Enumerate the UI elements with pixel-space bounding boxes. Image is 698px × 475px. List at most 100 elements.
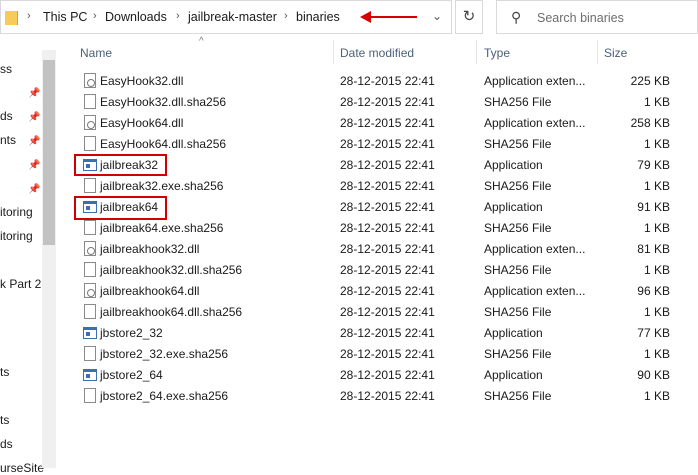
breadcrumb-jailbreak-master[interactable]: jailbreak-master xyxy=(188,10,277,24)
file-date: 28-12-2015 22:41 xyxy=(340,179,435,193)
file-type: SHA256 File xyxy=(484,263,552,277)
file-row[interactable]: jailbreakhook32.dll 28-12-2015 22:41 Appli… xyxy=(78,239,678,260)
nav-item[interactable]: itoring xyxy=(0,205,33,219)
pin-icon[interactable]: 📌 xyxy=(28,88,40,99)
file-type: Application xyxy=(484,158,543,172)
file-name: jailbreakhook32.dll.sha256 xyxy=(100,263,243,277)
application-icon xyxy=(83,369,97,381)
dll-file-icon xyxy=(84,73,96,88)
pin-icon[interactable]: 📌 xyxy=(28,184,40,195)
file-row[interactable]: jailbreakhook32.dll.sha256 28-12-2015 22:… xyxy=(78,260,678,281)
file-row[interactable]: jbstore2_32 28-12-2015 22:41 Application 77… xyxy=(78,323,678,344)
pin-icon[interactable]: 📌 xyxy=(28,160,40,171)
file-type: Application exten... xyxy=(484,284,586,298)
file-name: jailbreakhook64.dll xyxy=(100,284,200,298)
file-name: jbstore2_32 xyxy=(100,326,163,340)
nav-item[interactable]: ts xyxy=(0,413,9,427)
file-row[interactable]: jbstore2_64.exe.sha256 28-12-2015 22:41 SH… xyxy=(78,386,678,407)
file-type: SHA256 File xyxy=(484,95,552,109)
nav-item[interactable]: ss xyxy=(0,62,12,76)
file-date: 28-12-2015 22:41 xyxy=(340,263,435,277)
chevron-right-icon: › xyxy=(93,10,97,22)
file-name: jailbreakhook32.dll xyxy=(100,242,200,256)
dll-file-icon xyxy=(84,115,96,130)
file-icon xyxy=(84,178,96,193)
file-date: 28-12-2015 22:41 xyxy=(340,242,435,256)
file-type: SHA256 File xyxy=(484,221,552,235)
nav-item[interactable]: itoring xyxy=(0,229,33,243)
file-icon xyxy=(84,388,96,403)
column-divider[interactable] xyxy=(333,40,334,64)
file-size: 1 KB xyxy=(643,137,670,151)
file-type: SHA256 File xyxy=(484,389,552,403)
file-row[interactable]: jailbreak64.exe.sha256 28-12-2015 22:41 SH… xyxy=(78,218,678,239)
column-header-size[interactable]: Size xyxy=(604,46,627,60)
nav-item[interactable]: nts xyxy=(0,133,16,147)
file-row[interactable]: jailbreak32 28-12-2015 22:41 Application 79… xyxy=(78,155,678,176)
pin-icon[interactable]: 📌 xyxy=(28,136,40,147)
file-date: 28-12-2015 22:41 xyxy=(340,347,435,361)
file-size: 1 KB xyxy=(643,305,670,319)
file-row[interactable]: jbstore2_32.exe.sha256 28-12-2015 22:41 SH… xyxy=(78,344,678,365)
file-row[interactable]: EasyHook32.dll 28-12-2015 22:41 Applicatio… xyxy=(78,71,678,92)
file-row[interactable]: jbstore2_64 28-12-2015 22:41 Application 90… xyxy=(78,365,678,386)
search-box[interactable]: ⚲ Search binaries xyxy=(496,0,698,34)
refresh-button[interactable]: ↻ xyxy=(455,0,483,34)
file-date: 28-12-2015 22:41 xyxy=(340,284,435,298)
pin-icon[interactable]: 📌 xyxy=(28,112,40,123)
nav-scrollbar-thumb[interactable] xyxy=(43,60,55,245)
file-name: EasyHook64.dll.sha256 xyxy=(100,137,227,151)
red-arrow-line xyxy=(362,16,417,18)
file-name: EasyHook64.dll xyxy=(100,116,184,130)
file-date: 28-12-2015 22:41 xyxy=(340,74,435,88)
file-type: SHA256 File xyxy=(484,347,552,361)
file-size: 258 KB xyxy=(630,116,670,130)
breadcrumb-binaries[interactable]: binaries xyxy=(296,10,340,24)
column-header-date[interactable]: Date modified xyxy=(340,46,414,60)
file-name: jbstore2_64.exe.sha256 xyxy=(100,389,229,403)
file-size: 1 KB xyxy=(643,95,670,109)
breadcrumb-downloads[interactable]: Downloads xyxy=(105,10,167,24)
file-row[interactable]: EasyHook32.dll.sha256 28-12-2015 22:41 SHA… xyxy=(78,92,678,113)
file-size: 1 KB xyxy=(643,179,670,193)
file-type: SHA256 File xyxy=(484,137,552,151)
nav-item[interactable]: ts xyxy=(0,365,9,379)
nav-item[interactable]: k Part 2 xyxy=(0,277,41,291)
file-date: 28-12-2015 22:41 xyxy=(340,305,435,319)
file-row[interactable]: jailbreakhook64.dll 28-12-2015 22:41 Appli… xyxy=(78,281,678,302)
refresh-icon: ↻ xyxy=(462,8,476,25)
file-date: 28-12-2015 22:41 xyxy=(340,137,435,151)
file-date: 28-12-2015 22:41 xyxy=(340,221,435,235)
breadcrumb-this-pc[interactable]: This PC xyxy=(43,10,87,24)
file-size: 91 KB xyxy=(637,200,670,214)
file-icon xyxy=(84,136,96,151)
file-size: 77 KB xyxy=(637,326,670,340)
file-type: Application exten... xyxy=(484,242,586,256)
chevron-down-icon[interactable]: ⌄ xyxy=(432,9,442,23)
file-row[interactable]: jailbreakhook64.dll.sha256 28-12-2015 22:… xyxy=(78,302,678,323)
dll-file-icon xyxy=(84,241,96,256)
highlight-box-jailbreak32 xyxy=(74,154,167,176)
application-icon xyxy=(83,327,97,339)
file-size: 81 KB xyxy=(637,242,670,256)
chevron-right-icon: › xyxy=(284,10,288,22)
nav-item[interactable]: ds xyxy=(0,109,13,123)
file-row[interactable]: jailbreak32.exe.sha256 28-12-2015 22:41 SH… xyxy=(78,176,678,197)
file-size: 96 KB xyxy=(637,284,670,298)
nav-item[interactable]: urseSite xyxy=(0,461,44,475)
file-type: Application xyxy=(484,200,543,214)
file-type: SHA256 File xyxy=(484,305,552,319)
file-type: Application xyxy=(484,368,543,382)
column-divider[interactable] xyxy=(597,40,598,64)
column-divider[interactable] xyxy=(476,40,477,64)
column-header-name[interactable]: Name xyxy=(80,46,112,60)
file-row[interactable]: jailbreak64 28-12-2015 22:41 Application 91… xyxy=(78,197,678,218)
file-size: 1 KB xyxy=(643,263,670,277)
column-header-type[interactable]: Type xyxy=(484,46,510,60)
file-row[interactable]: EasyHook64.dll.sha256 28-12-2015 22:41 SHA… xyxy=(78,134,678,155)
file-name: jailbreakhook64.dll.sha256 xyxy=(100,305,243,319)
file-date: 28-12-2015 22:41 xyxy=(340,389,435,403)
search-icon: ⚲ xyxy=(511,9,522,25)
file-row[interactable]: EasyHook64.dll 28-12-2015 22:41 Applicatio… xyxy=(78,113,678,134)
nav-item[interactable]: ds xyxy=(0,437,13,451)
